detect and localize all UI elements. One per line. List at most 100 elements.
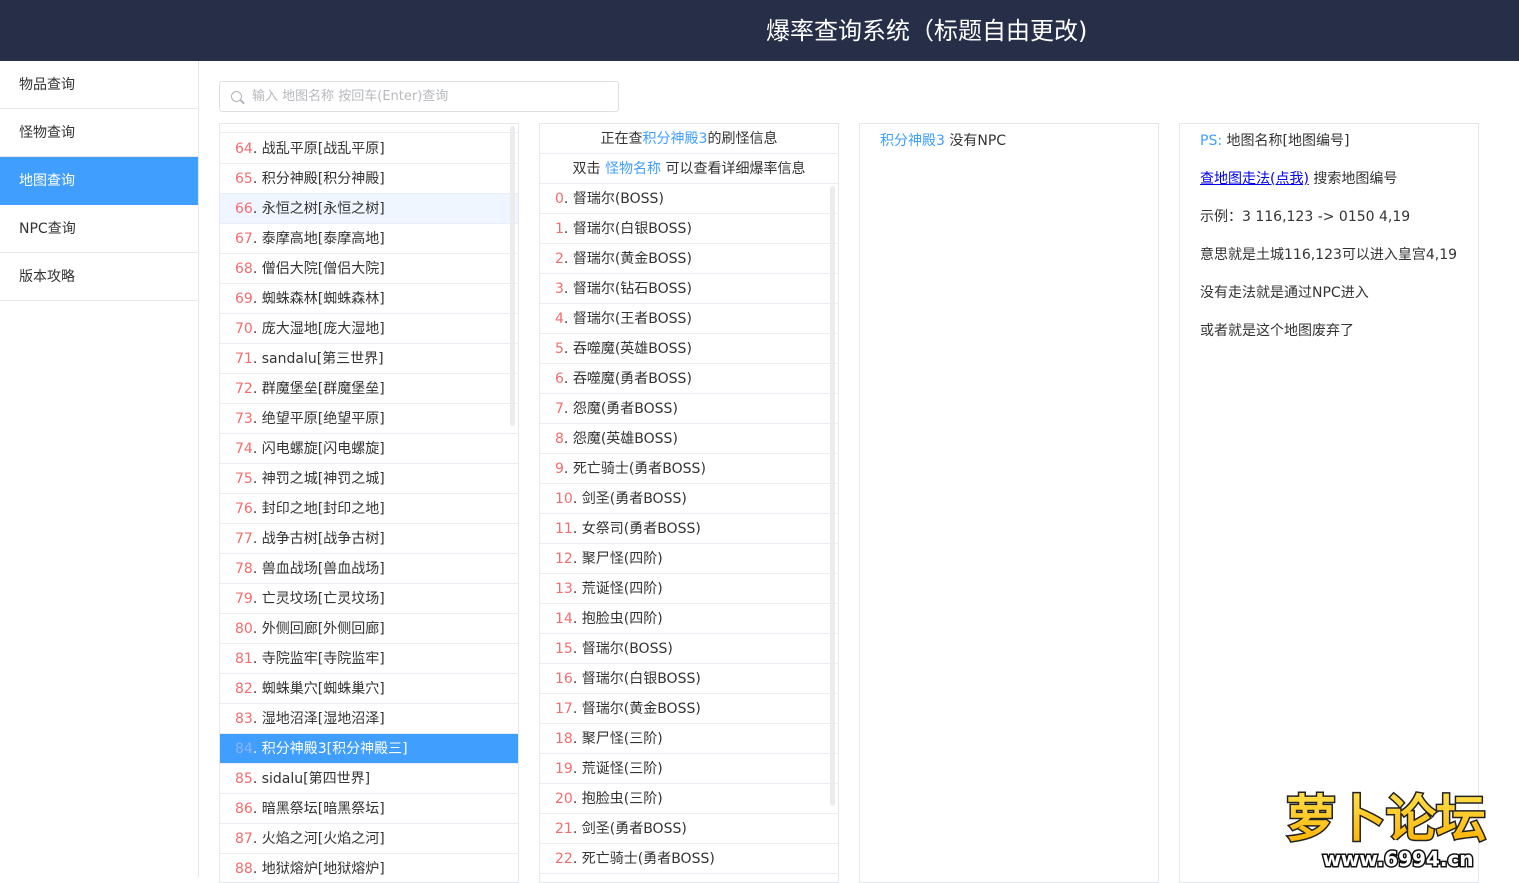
map-row-name: 神罚之城[神罚之城] bbox=[261, 471, 385, 487]
monster-row-number: 8 bbox=[555, 431, 564, 447]
monster-row-name: 死亡骑士(勇者BOSS) bbox=[581, 851, 715, 867]
monster-row[interactable]: 22. 死亡骑士(勇者BOSS) bbox=[540, 844, 838, 874]
map-row[interactable]: 77. 战争古树[战争古树] bbox=[220, 524, 518, 554]
map-row[interactable]: 87. 火焰之河[火焰之河] bbox=[220, 824, 518, 854]
sidebar-item-4[interactable]: 版本攻略 bbox=[0, 253, 198, 301]
monster-row[interactable]: 18. 聚尸怪(三阶) bbox=[540, 724, 838, 754]
map-row[interactable]: 82. 蜘蛛巢穴[蜘蛛巢穴] bbox=[220, 674, 518, 704]
map-row[interactable]: 88. 地狱熔炉[地狱熔炉] bbox=[220, 854, 518, 882]
monster-row-name: 怨魔(英雄BOSS) bbox=[572, 431, 678, 447]
map-row[interactable]: 69. 蜘蛛森林[蜘蛛森林] bbox=[220, 284, 518, 314]
search-input[interactable] bbox=[252, 82, 612, 111]
monster-row[interactable]: 10. 剑圣(勇者BOSS) bbox=[540, 484, 838, 514]
monster-row[interactable]: 5. 吞噬魔(英雄BOSS) bbox=[540, 334, 838, 364]
map-row[interactable]: 76. 封印之地[封印之地] bbox=[220, 494, 518, 524]
monster-row-number: 5 bbox=[555, 341, 564, 357]
monster-row[interactable]: 0. 督瑞尔(BOSS) bbox=[540, 184, 838, 214]
map-row-name: 火焰之河[火焰之河] bbox=[261, 831, 385, 847]
map-row-number: 69 bbox=[235, 291, 253, 307]
map-row-number: 84 bbox=[235, 741, 253, 757]
monster-row-number: 10 bbox=[555, 491, 573, 507]
monster-row[interactable]: 8. 怨魔(英雄BOSS) bbox=[540, 424, 838, 454]
monster-row[interactable]: 1. 督瑞尔(白银BOSS) bbox=[540, 214, 838, 244]
monster-row-name: 死亡骑士(勇者BOSS) bbox=[572, 461, 706, 477]
monster-row[interactable]: 6. 吞噬魔(勇者BOSS) bbox=[540, 364, 838, 394]
map-list[interactable]: 88. 地狱熔炉[地狱熔炉] 87. 火焰之河[火焰之河] 86. 暗黑祭坛[暗黑祭… bbox=[219, 123, 519, 883]
map-row-number: 86 bbox=[235, 801, 253, 817]
monster-list-scrollbar[interactable] bbox=[830, 186, 835, 806]
map-row-partial[interactable] bbox=[220, 124, 518, 133]
map-row[interactable]: 66. 永恒之树[永恒之树] bbox=[220, 194, 518, 224]
monster-row[interactable]: 3. 督瑞尔(钻石BOSS) bbox=[540, 274, 838, 304]
map-row[interactable]: 79. 亡灵坟场[亡灵坟场] bbox=[220, 584, 518, 614]
sidebar-item-1[interactable]: 怪物查询 bbox=[0, 109, 198, 157]
sidebar: 物品查询 怪物查询 地图查询 NPC查询 版本攻略 bbox=[0, 61, 199, 877]
map-row-name: 战争古树[战争古树] bbox=[261, 531, 385, 547]
map-list-scrollbar[interactable] bbox=[510, 126, 515, 426]
map-row[interactable]: 72. 群魔堡垒[群魔堡垒] bbox=[220, 374, 518, 404]
map-row-number: 66 bbox=[235, 201, 253, 217]
map-row[interactable]: 80. 外侧回廊[外侧回廊] bbox=[220, 614, 518, 644]
monster-row[interactable]: 17. 督瑞尔(黄金BOSS) bbox=[540, 694, 838, 724]
monster-row-number: 16 bbox=[555, 671, 573, 687]
map-row[interactable]: 84. 积分神殿3[积分神殿三] bbox=[220, 734, 518, 764]
monster-row[interactable]: 16. 督瑞尔(白银BOSS) bbox=[540, 664, 838, 694]
npc-map-link[interactable]: 积分神殿3 bbox=[880, 133, 945, 149]
info-abandoned: 或者就是这个地图废弃了 bbox=[1200, 323, 1354, 339]
map-row[interactable]: 75. 神罚之城[神罚之城] bbox=[220, 464, 518, 494]
map-row-number: 88 bbox=[235, 861, 253, 877]
map-row[interactable]: 71. sandalu[第三世界] bbox=[220, 344, 518, 374]
monster-row-number: 20 bbox=[555, 791, 573, 807]
map-row-number: 79 bbox=[235, 591, 253, 607]
monster-row-name: 聚尸怪(三阶) bbox=[581, 731, 663, 747]
monster-row-name: 督瑞尔(BOSS) bbox=[572, 191, 664, 207]
map-row[interactable]: 65. 积分神殿[积分神殿] bbox=[220, 164, 518, 194]
map-row[interactable]: 83. 湿地沼泽[湿地沼泽] bbox=[220, 704, 518, 734]
map-row[interactable]: 64. 战乱平原[战乱平原] bbox=[220, 134, 518, 164]
monster-row[interactable]: 7. 怨魔(勇者BOSS) bbox=[540, 394, 838, 424]
map-row[interactable]: 70. 庞大湿地[庞大湿地] bbox=[220, 314, 518, 344]
map-row-name: 积分神殿[积分神殿] bbox=[261, 171, 385, 187]
map-row-name: 外侧回廊[外侧回廊] bbox=[261, 621, 385, 637]
monster-row[interactable]: 11. 女祭司(勇者BOSS) bbox=[540, 514, 838, 544]
search-box[interactable] bbox=[219, 81, 619, 112]
monster-row-number: 11 bbox=[555, 521, 573, 537]
map-row[interactable]: 67. 泰摩高地[泰摩高地] bbox=[220, 224, 518, 254]
map-row[interactable]: 74. 闪电螺旋[闪电螺旋] bbox=[220, 434, 518, 464]
map-row-number: 65 bbox=[235, 171, 253, 187]
monster-row[interactable]: 20. 抱脸虫(三阶) bbox=[540, 784, 838, 814]
app-header: 爆率查询系统（标题自由更改) bbox=[0, 0, 1519, 61]
map-row[interactable]: 73. 绝望平原[绝望平原] bbox=[220, 404, 518, 434]
map-row[interactable]: 78. 兽血战场[兽血战场] bbox=[220, 554, 518, 584]
monster-row[interactable]: 19. 荒诞怪(三阶) bbox=[540, 754, 838, 784]
sidebar-item-0[interactable]: 物品查询 bbox=[0, 61, 198, 109]
map-row-name: 亡灵坟场[亡灵坟场] bbox=[261, 591, 385, 607]
monster-row-name: 督瑞尔(BOSS) bbox=[581, 641, 673, 657]
map-row[interactable]: 85. sidalu[第四世界] bbox=[220, 764, 518, 794]
monster-row-number: 6 bbox=[555, 371, 564, 387]
monster-row[interactable]: 2. 督瑞尔(黄金BOSS) bbox=[540, 244, 838, 274]
map-row[interactable]: 68. 僧侣大院[僧侣大院] bbox=[220, 254, 518, 284]
sidebar-item-2[interactable]: 地图查询 bbox=[0, 157, 198, 205]
monster-row[interactable]: 13. 荒诞怪(四阶) bbox=[540, 574, 838, 604]
monster-row[interactable]: 14. 抱脸虫(四阶) bbox=[540, 604, 838, 634]
monster-row[interactable]: 12. 聚尸怪(四阶) bbox=[540, 544, 838, 574]
map-row[interactable]: 86. 暗黑祭坛[暗黑祭坛] bbox=[220, 794, 518, 824]
monster-row-name: 怨魔(勇者BOSS) bbox=[572, 401, 678, 417]
sidebar-item-3[interactable]: NPC查询 bbox=[0, 205, 198, 253]
map-row-number: 83 bbox=[235, 711, 253, 727]
map-row-name: 僧侣大院[僧侣大院] bbox=[261, 261, 385, 277]
monster-row-name: 督瑞尔(白银BOSS) bbox=[581, 671, 701, 687]
monster-row-name: 剑圣(勇者BOSS) bbox=[581, 821, 687, 837]
monster-row-number: 13 bbox=[555, 581, 573, 597]
monster-row[interactable]: 9. 死亡骑士(勇者BOSS) bbox=[540, 454, 838, 484]
watermark-logo-text: 萝卜论坛 bbox=[1286, 790, 1486, 848]
monster-row[interactable]: 15. 督瑞尔(BOSS) bbox=[540, 634, 838, 664]
map-route-link[interactable]: 查地图走法(点我) bbox=[1200, 171, 1309, 187]
monster-row[interactable]: 4. 督瑞尔(王者BOSS) bbox=[540, 304, 838, 334]
map-row-number: 74 bbox=[235, 441, 253, 457]
map-row[interactable]: 81. 寺院监牢[寺院监牢] bbox=[220, 644, 518, 674]
monster-row[interactable]: 21. 剑圣(勇者BOSS) bbox=[540, 814, 838, 844]
monster-row-number: 9 bbox=[555, 461, 564, 477]
current-map-link[interactable]: 积分神殿3 bbox=[643, 131, 708, 147]
